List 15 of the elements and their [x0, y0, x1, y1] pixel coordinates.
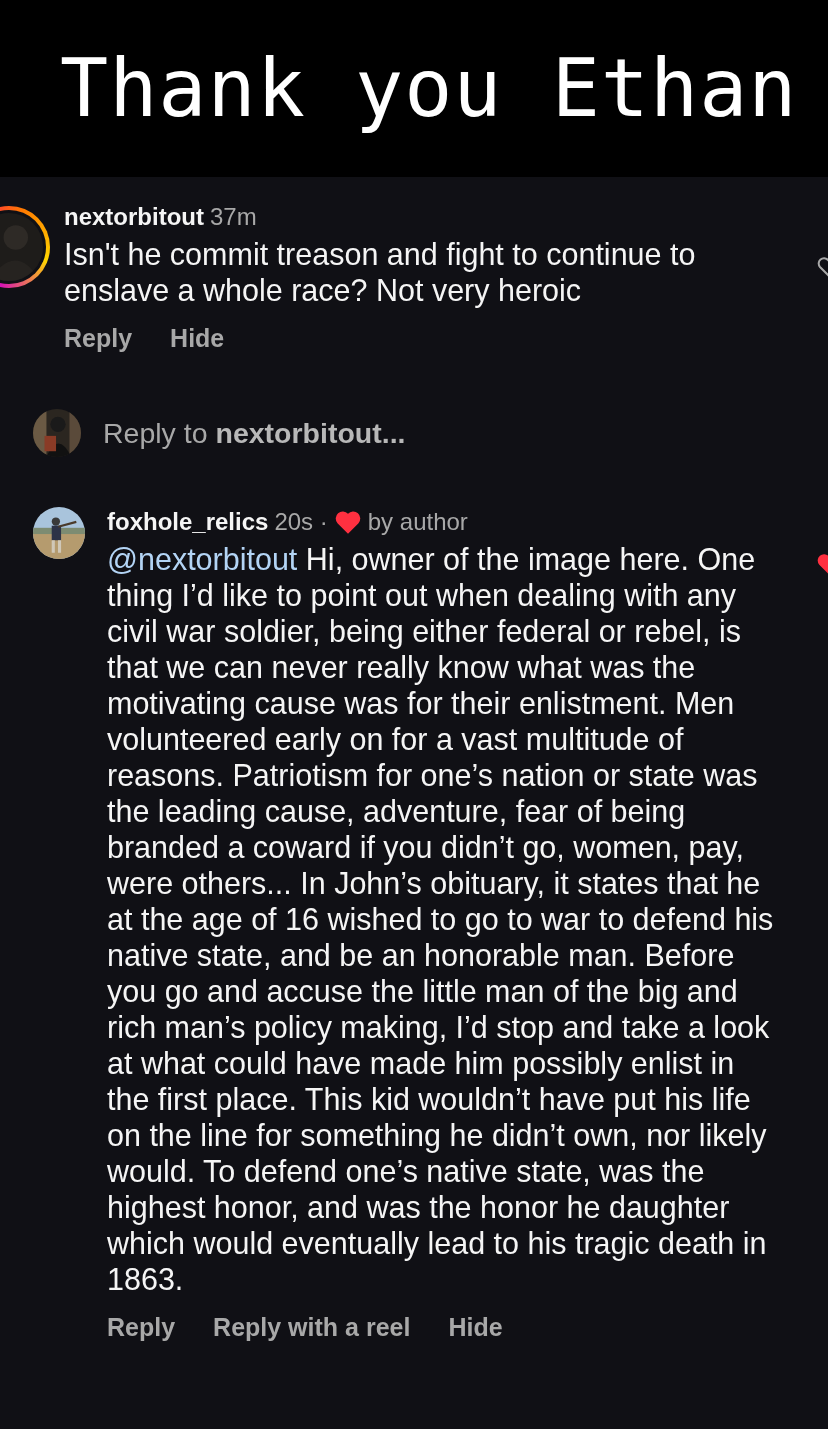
action-link[interactable]: Reply [107, 1313, 176, 1342]
comment-text: Isn't he commit treason and fight to continue to enslave a whole race? Not very heroic [64, 236, 697, 308]
comment-text: @nextorbitout Hi, owner of the image here. One thing I’d like to point out when dealing with any civil war soldier, being either federal or rebel, is that we can never really know what was the motivating cause was for their enlistment. Men volunteered early on for a vast multitude of reasons. Patriotism for one’s nation or state was the leading cause, adventure, fear of being branded a coward if you didn’t go, women, pay, were others... In John’s obituary, it states that he at the age of 16 wished to go to war to defend his native state, and be an honorable man. Before you go and accuse the little man of the big and rich man’s policy making, I’d stop and take a look at what could have made him possibly enlist in the first place. This kid wouldn’t have put his life on the line for something he didn’t own, nor likely would. To defend one’s native state, was the highest honor, and was the honor he daughter which would eventually lead to his tragic death in 1863. [107, 541, 775, 1297]
action-link[interactable]: Reply with a reel [213, 1313, 411, 1342]
banner-title: Thank you Ethan [60, 42, 798, 135]
timestamp: 20s · [274, 507, 328, 537]
author-label: by author [367, 507, 468, 537]
username[interactable]: foxhole_relics [107, 507, 269, 537]
action-link[interactable]: Hide [170, 324, 225, 353]
heart-icon [333, 509, 362, 535]
action-link[interactable]: Reply [64, 324, 133, 353]
timestamp: 37m [210, 202, 257, 232]
username[interactable]: nextorbitout [64, 202, 204, 232]
action-link[interactable]: Hide [448, 1313, 503, 1342]
reply-prompt[interactable]: Reply to nextorbitout... [103, 416, 406, 450]
